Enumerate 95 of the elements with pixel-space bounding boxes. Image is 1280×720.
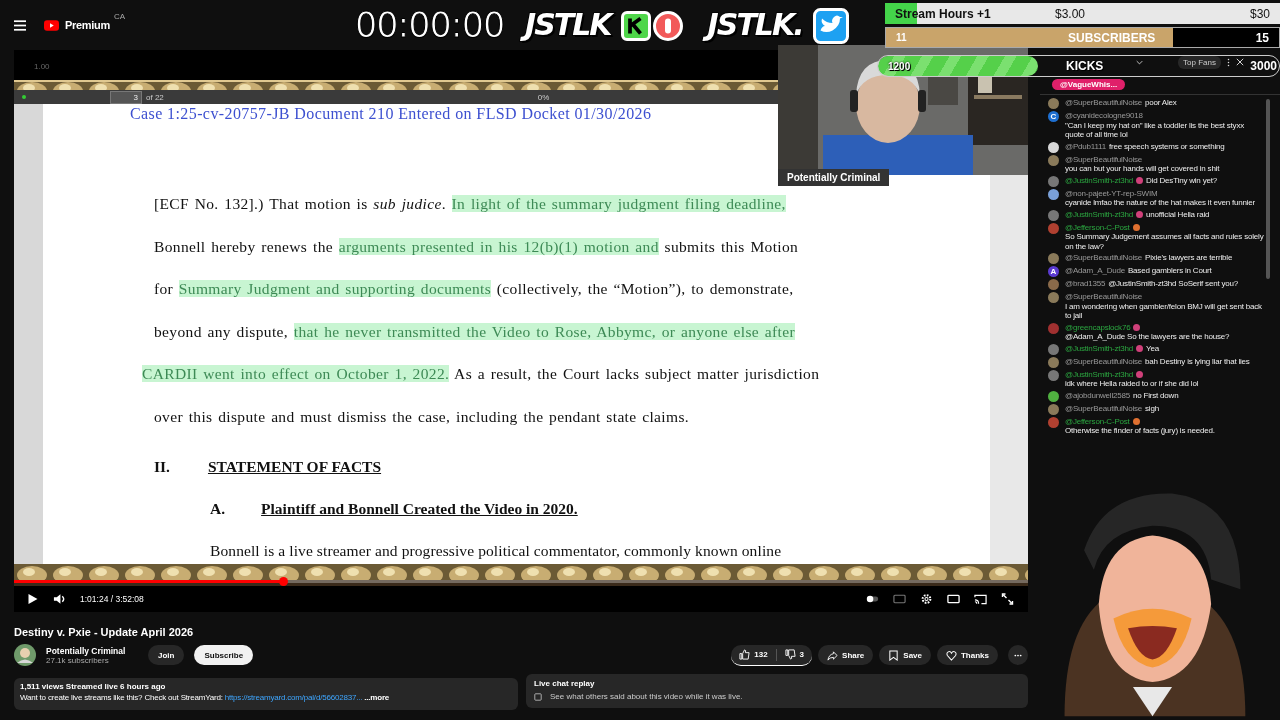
stream-timer: 00:00:00	[355, 4, 505, 46]
pinned-chip[interactable]: @VagueWhis...	[1052, 78, 1126, 90]
chat-message: Based gamblers in Court	[1128, 266, 1212, 276]
goal-label: SUBSCRIBERS	[1067, 30, 1157, 45]
chat-author[interactable]: @ajobdunwell2585	[1065, 390, 1130, 400]
chat-message: Pixie's lawyers are terrible	[1145, 253, 1233, 263]
user-avatar: A	[1048, 266, 1059, 277]
document-text: over this dispute and must dismiss the case, including the pendant state claims.	[154, 407, 690, 425]
highlighted-text: In light of the summary judgment filing deadline,	[451, 195, 786, 212]
like-button[interactable]: 132	[731, 644, 776, 665]
chat-author[interactable]: @non-pajeet-YT-rep-SWIM	[1065, 188, 1158, 198]
chat-message: Did DesTiny win yet?	[1146, 175, 1217, 185]
chat-author[interactable]: @SuperBeautifulNoise	[1065, 403, 1143, 413]
document-text: submits this Motion	[663, 237, 799, 255]
document-text: Bonnell hereby renews the	[154, 237, 334, 255]
chat-message: @JustinSmith-zt3hd SoSerif sent you?	[1108, 279, 1238, 289]
chat-message: Otherwise the finder of facts (jury) is needed.	[1065, 426, 1215, 436]
chat-message: unofficial Hella raid	[1146, 209, 1210, 219]
goal-current: 11	[896, 32, 908, 43]
subsection-number: A.	[210, 499, 226, 519]
goal-current: 1200	[888, 60, 912, 72]
brand-logo-text: JSTLK.	[704, 6, 811, 46]
chat-author[interactable]: @Jefferson-C-Post	[1065, 222, 1130, 232]
dislike-button[interactable]: 3	[776, 644, 813, 665]
document-text: beyond any dispute,	[154, 322, 290, 340]
description-text: Want to create live streams like this? Check out StreamYard:	[20, 693, 223, 702]
chat-author[interactable]: @JustinSmith-zt3hd	[1065, 343, 1134, 353]
chat-author[interactable]: @cyanidecologne9018	[1065, 111, 1143, 120]
goal-label: KICKS	[1066, 59, 1105, 73]
video-title: Destiny v. Pxie - Update April 2026	[14, 626, 195, 640]
document-text: (collectively, the “Motion”), to demonstrate,	[495, 280, 794, 298]
chat-author[interactable]: @SuperBeautifulNoise	[1065, 356, 1143, 366]
chat-author[interactable]: @brad1355	[1065, 279, 1106, 288]
chat-message: bah Destiny is lying liar that lies	[1145, 356, 1250, 366]
chat-replay-text: See what others said about this video while it was live.	[550, 692, 743, 701]
goal-current: $3.00	[1055, 6, 1087, 21]
subscriber-count: 27.1k subscribers	[46, 655, 110, 665]
chat-message: I am wondering when gambler/felon BMJ will get sent back to jail	[1065, 301, 1263, 321]
chat-message: cyanide lmfao the nature of the hat makes it even funnier	[1065, 198, 1256, 208]
logo-text[interactable]: Premium	[65, 19, 110, 31]
chat-author[interactable]: @Jefferson-C-Post	[1065, 416, 1130, 426]
chat-author[interactable]: @JustinSmith-zt3hd	[1065, 369, 1134, 379]
subsection-heading: Plaintiff and Bonnell Created the Video in 2020.	[261, 499, 578, 519]
time-label: 1:01:24 / 3:52:08	[80, 594, 144, 604]
chat-message: So Summary Judgement assumes all facts and rules solely on the law?	[1065, 232, 1264, 251]
join-button[interactable]: Join	[148, 645, 185, 665]
chat-author[interactable]: @Adam_A_Dude	[1065, 266, 1125, 275]
chat-author[interactable]: @Pdub1111	[1065, 141, 1107, 151]
chat-author[interactable]: @SuperBeautifulNoise	[1065, 292, 1143, 301]
save-button[interactable]: Save	[879, 645, 931, 665]
section-heading: STATEMENT OF FACTS	[207, 457, 382, 477]
zoom-label: 1.00	[34, 62, 50, 71]
chat-author[interactable]: @SuperBeautifulNoise	[1065, 253, 1143, 262]
chat-message: no First down	[1133, 390, 1179, 400]
document-text: As a result, the Court lacks subject matter jurisdiction	[453, 365, 820, 383]
video-stats: 1,511 views Streamed live 6 hours ago	[20, 682, 167, 691]
user-avatar: C	[1048, 111, 1059, 122]
channel-name[interactable]: Potentially Criminal	[46, 645, 138, 656]
chat-message: you can but your hands will get covered in shit	[1065, 164, 1220, 174]
chat-message: @Adam_A_Dude So the lawyers are the house?	[1065, 332, 1230, 342]
goal-target: 15	[1255, 30, 1269, 45]
chat-message: sigh	[1145, 403, 1159, 413]
region-label: CA	[114, 12, 126, 21]
progress-label: 0%	[537, 92, 550, 102]
more-link[interactable]: ...more	[364, 693, 390, 702]
section-number: II.	[154, 457, 170, 477]
webcam-caption: Potentially Criminal	[778, 169, 890, 186]
chat-replay-title: Live chat replay	[534, 679, 596, 688]
highlighted-text: CARDII went into effect on October 1, 2022.	[142, 365, 450, 383]
chat-author[interactable]: @greencapslock76	[1065, 322, 1131, 332]
chat-author[interactable]: @JustinSmith-zt3hd	[1065, 175, 1134, 185]
chat-message: poor Alex	[1145, 98, 1177, 108]
description-box[interactable]: 1,511 views Streamed live 6 hours ago Want to create live streams like this? Check out StreamYard: https://streamyard.com/pal/d/56602837... ...more	[14, 678, 518, 710]
chat-message: idk where Hella raided to or if she did lol	[1065, 379, 1199, 389]
document-line: Bonnell is a live streamer and progressive political commentator, commonly known online	[210, 541, 783, 560]
goal-target: $30	[1249, 6, 1270, 21]
thanks-button[interactable]: Thanks	[937, 645, 998, 665]
chat-author[interactable]: @SuperBeautifulNoise	[1065, 98, 1143, 107]
page-field[interactable]: 3	[110, 90, 142, 104]
share-button[interactable]: Share	[818, 645, 874, 665]
document-header: Case 1:25-cv-20757-JB Document 210 Entered on FLSD Docket 01/30/2026	[130, 104, 653, 123]
highlighted-text: arguments presented in his 12(b)(1) motion and	[338, 237, 659, 255]
description-link[interactable]: https://streamyard.com/pal/d/56602837...	[224, 693, 363, 702]
document-text: [ECF No. 132].) That motion is sub judice.	[154, 195, 447, 212]
chat-author[interactable]: @SuperBeautifulNoise	[1065, 154, 1143, 164]
subscribe-button[interactable]: Subscribe	[194, 645, 254, 665]
page-count: of 22	[146, 92, 164, 102]
chat-message: Yea	[1146, 343, 1159, 353]
goal-target: 3000	[1250, 59, 1277, 73]
document-text: for	[154, 280, 175, 298]
brand-logo-text: JSTLK	[522, 6, 619, 46]
highlighted-text: that he never transmitted the Video to Rose, Abbymc, or anyone else after	[293, 322, 795, 340]
chat-message: free speech systems or something	[1109, 141, 1225, 151]
highlighted-text: Summary Judgment and supporting documents	[178, 280, 492, 298]
chat-author[interactable]: @JustinSmith-zt3hd	[1065, 209, 1134, 219]
